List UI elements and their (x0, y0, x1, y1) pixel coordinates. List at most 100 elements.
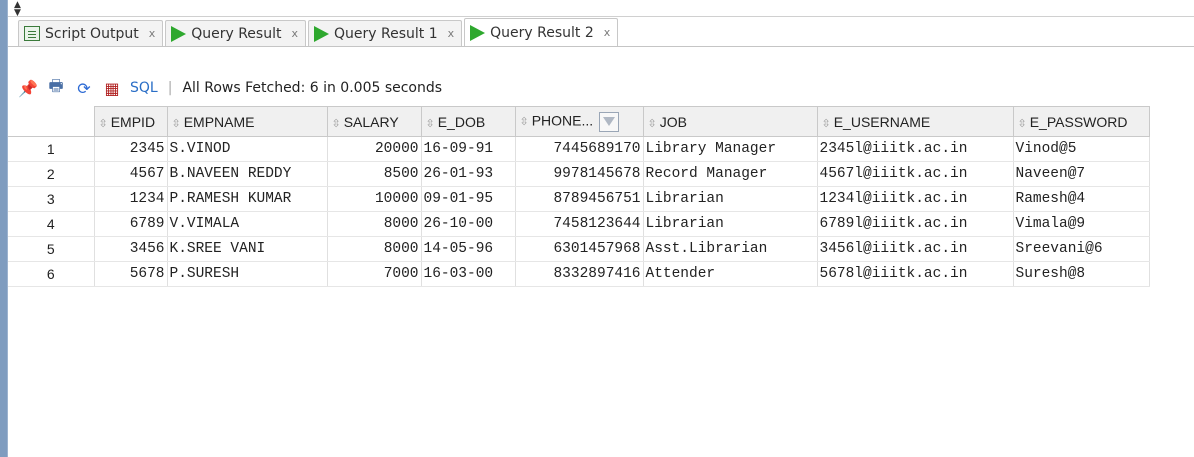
cell-salary[interactable]: 8500 (327, 161, 422, 187)
top-strip: ▲ ▼ (8, 0, 1194, 17)
row-number[interactable]: 3 (8, 186, 95, 212)
cell-empid[interactable]: 5678 (94, 261, 168, 287)
print-icon[interactable]: 🖶 (46, 76, 66, 98)
table-row[interactable]: 5 3456 K.SREE VANI 8000 14-05-96 6301457… (8, 236, 1150, 262)
cell-phone[interactable]: 7458123644 (515, 211, 644, 237)
play-icon (171, 25, 187, 42)
cell-e-password[interactable]: Sreevani@6 (1013, 236, 1150, 262)
cell-e-dob[interactable]: 14-05-96 (421, 236, 516, 262)
row-number[interactable]: 6 (8, 261, 95, 287)
cell-e-username[interactable]: 5678l@iiitk.ac.in (817, 261, 1014, 287)
sort-icon: ⇳ (821, 117, 831, 130)
export-icon[interactable]: ▦ (102, 78, 122, 98)
cell-empid[interactable]: 6789 (94, 211, 168, 237)
cell-phone[interactable]: 9978145678 (515, 161, 644, 187)
tab-script-output[interactable]: Script Output x (18, 20, 164, 46)
table-row[interactable]: 6 5678 P.SURESH 7000 16-03-00 8332897416… (8, 261, 1150, 287)
refresh-icon[interactable]: ⟳ (74, 78, 94, 98)
cell-e-dob[interactable]: 09-01-95 (421, 186, 516, 212)
cell-e-password[interactable]: Ramesh@4 (1013, 186, 1150, 212)
cell-job[interactable]: Library Manager (643, 136, 818, 162)
tab-query-result-2[interactable]: Query Result 2 x (464, 18, 619, 46)
cell-empname[interactable]: K.SREE VANI (167, 236, 328, 262)
cell-empname[interactable]: S.VINOD (167, 136, 328, 162)
cell-e-dob[interactable]: 16-09-91 (421, 136, 516, 162)
result-tab-bar: Script Output x Query Result x Query Res… (8, 17, 1194, 47)
row-number[interactable]: 5 (8, 236, 95, 262)
cell-salary[interactable]: 8000 (327, 211, 422, 237)
script-icon (24, 26, 40, 41)
cell-job[interactable]: Asst.Librarian (643, 236, 818, 262)
column-header-empid[interactable]: ⇳ EMPID (93, 106, 168, 137)
table-row[interactable]: 2 4567 B.NAVEEN REDDY 8500 26-01-93 9978… (8, 161, 1150, 187)
pin-icon[interactable]: 📌 (18, 78, 38, 98)
cell-phone[interactable]: 8332897416 (515, 261, 644, 287)
column-header-e-username[interactable]: ⇳ E_USERNAME (816, 106, 1014, 137)
cell-e-dob[interactable]: 26-10-00 (421, 211, 516, 237)
cell-empid[interactable]: 1234 (94, 186, 168, 212)
table-row[interactable]: 1 2345 S.VINOD 20000 16-09-91 7445689170… (8, 136, 1150, 162)
close-icon[interactable]: x (291, 27, 298, 40)
column-header-empname[interactable]: ⇳ EMPNAME (166, 106, 328, 137)
column-header-job[interactable]: ⇳ JOB (642, 106, 818, 137)
cell-job[interactable]: Librarian (643, 211, 818, 237)
cell-e-dob[interactable]: 26-01-93 (421, 161, 516, 187)
cell-empid[interactable]: 4567 (94, 161, 168, 187)
cell-job[interactable]: Librarian (643, 186, 818, 212)
play-icon (470, 24, 486, 41)
tab-query-result-1[interactable]: Query Result 1 x (307, 20, 463, 46)
row-number[interactable]: 4 (8, 211, 95, 237)
cell-salary[interactable]: 20000 (327, 136, 422, 162)
cell-phone[interactable]: 8789456751 (515, 186, 644, 212)
cell-job[interactable]: Attender (643, 261, 818, 287)
toolbar-separator: | (167, 80, 173, 96)
row-number[interactable]: 2 (8, 161, 95, 187)
cell-e-password[interactable]: Vimala@9 (1013, 211, 1150, 237)
cell-empid[interactable]: 3456 (94, 236, 168, 262)
column-header-salary[interactable]: ⇳ SALARY (326, 106, 422, 137)
cell-empid[interactable]: 2345 (94, 136, 168, 162)
table-row[interactable]: 4 6789 V.VIMALA 8000 26-10-00 7458123644… (8, 211, 1150, 237)
result-toolbar: 📌 🖶 ⟳ ▦ SQL | All Rows Fetched: 6 in 0.0… (8, 73, 1194, 103)
result-grid: ⇳ EMPID ⇳ EMPNAME ⇳ SALARY ⇳ E_DOB ⇳ PHONE...… (8, 106, 1194, 287)
cell-salary[interactable]: 8000 (327, 236, 422, 262)
close-icon[interactable]: x (149, 27, 156, 40)
tab-label: Query Result (191, 25, 282, 42)
column-header-e-dob[interactable]: ⇳ E_DOB (420, 106, 516, 137)
row-number[interactable]: 1 (8, 136, 95, 162)
cell-e-username[interactable]: 1234l@iiitk.ac.in (817, 186, 1014, 212)
tab-label: Query Result 2 (490, 24, 594, 41)
cell-phone[interactable]: 7445689170 (515, 136, 644, 162)
tab-query-result[interactable]: Query Result x (165, 20, 306, 46)
cell-empname[interactable]: P.RAMESH KUMAR (167, 186, 328, 212)
cell-e-dob[interactable]: 16-03-00 (421, 261, 516, 287)
sort-icon: ⇳ (98, 117, 108, 130)
filter-icon[interactable] (599, 111, 620, 132)
sort-icon: ⇳ (425, 117, 435, 130)
column-header-e-password[interactable]: ⇳ E_PASSWORD (1012, 106, 1150, 137)
cell-empname[interactable]: V.VIMALA (167, 211, 328, 237)
sort-icon: ⇳ (1017, 117, 1027, 130)
cell-e-password[interactable]: Naveen@7 (1013, 161, 1150, 187)
cell-e-username[interactable]: 2345l@iiitk.ac.in (817, 136, 1014, 162)
sql-link[interactable]: SQL (130, 80, 158, 96)
column-header-phone[interactable]: ⇳ PHONE... (514, 106, 644, 137)
cell-empname[interactable]: B.NAVEEN REDDY (167, 161, 328, 187)
cell-job[interactable]: Record Manager (643, 161, 818, 187)
table-row[interactable]: 3 1234 P.RAMESH KUMAR 10000 09-01-95 878… (8, 186, 1150, 212)
sort-icon: ⇳ (171, 117, 181, 130)
cell-salary[interactable]: 7000 (327, 261, 422, 287)
cell-e-password[interactable]: Suresh@8 (1013, 261, 1150, 287)
cell-salary[interactable]: 10000 (327, 186, 422, 212)
header-row: ⇳ EMPID ⇳ EMPNAME ⇳ SALARY ⇳ E_DOB ⇳ PHONE...… (8, 106, 1150, 137)
cell-e-username[interactable]: 3456l@iiitk.ac.in (817, 236, 1014, 262)
fetch-status: All Rows Fetched: 6 in 0.005 seconds (182, 80, 443, 96)
collapse-arrows-icon[interactable]: ▲ ▼ (14, 1, 21, 17)
cell-e-password[interactable]: Vinod@5 (1013, 136, 1150, 162)
close-icon[interactable]: x (604, 26, 611, 39)
cell-e-username[interactable]: 6789l@iiitk.ac.in (817, 211, 1014, 237)
cell-e-username[interactable]: 4567l@iiitk.ac.in (817, 161, 1014, 187)
cell-phone[interactable]: 6301457968 (515, 236, 644, 262)
close-icon[interactable]: x (448, 27, 455, 40)
cell-empname[interactable]: P.SURESH (167, 261, 328, 287)
